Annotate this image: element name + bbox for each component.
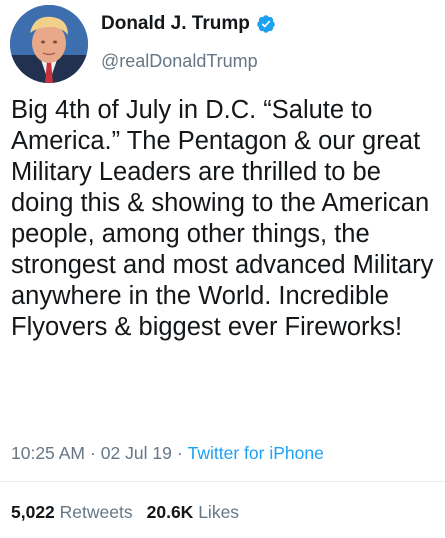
tweet-meta: 10:25 AM · 02 Jul 19 · Twitter for iPhone [11,442,324,464]
verified-badge-icon [256,14,276,34]
likes-count: 20.6K [146,502,194,522]
retweets-count: 5,022 [11,502,55,522]
author-handle[interactable]: @realDonaldTrump [101,50,276,72]
tweet-stats: 5,022 Retweets 20.6K Likes [11,501,239,523]
tweet-time[interactable]: 10:25 AM [11,443,85,463]
display-name[interactable]: Donald J. Trump [101,12,250,36]
retweets-stat[interactable]: 5,022 Retweets [11,502,133,522]
author-block: Donald J. Trump @realDonaldTrump [101,12,276,72]
tweet-text: Big 4th of July in D.C. “Salute to Ameri… [11,96,434,341]
avatar-image [10,5,88,83]
likes-stat[interactable]: 20.6K Likes [147,502,239,522]
retweets-label: Retweets [59,502,133,522]
likes-label: Likes [198,502,240,522]
tweet-header: Donald J. Trump @realDonaldTrump [10,5,435,85]
meta-separator: · [176,443,183,463]
meta-separator: · [89,443,96,463]
divider [0,481,445,482]
avatar[interactable] [10,5,88,83]
tweet-source-link[interactable]: Twitter for iPhone [188,443,324,463]
tweet-date[interactable]: 02 Jul 19 [101,443,172,463]
